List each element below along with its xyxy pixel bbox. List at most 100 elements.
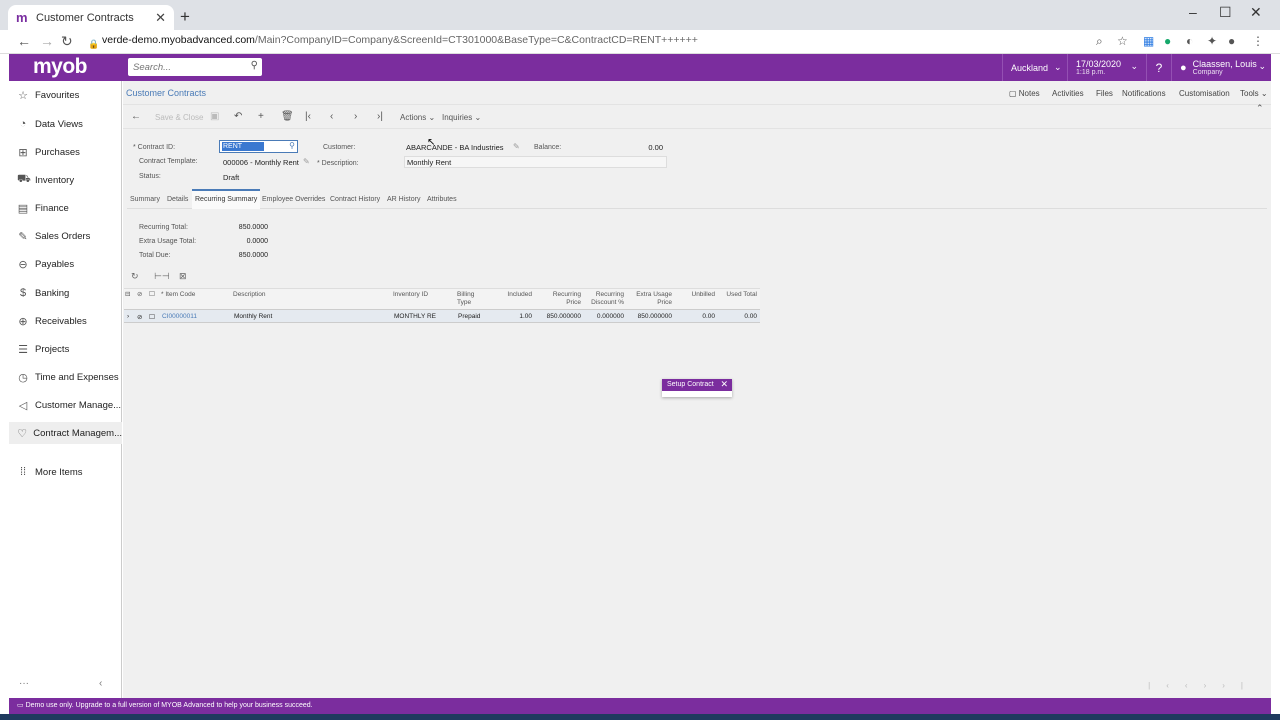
branch-selector[interactable]: Auckland ⌄ <box>1002 54 1067 81</box>
col-inventory-id[interactable]: Inventory ID <box>393 291 428 299</box>
search-input[interactable] <box>128 58 238 76</box>
tab-employee-overrides[interactable]: Employee Overrides <box>262 189 325 209</box>
grid-extension-icon[interactable]: ▦ <box>1143 34 1154 48</box>
sidebar-item-more-items[interactable]: ⁞⁞ More Items <box>9 461 122 483</box>
close-window-icon[interactable]: ✕ <box>1250 4 1262 21</box>
last-record-icon[interactable]: ›| <box>377 111 383 123</box>
first-page-icon[interactable]: |‹ <box>1148 681 1185 690</box>
grammarly-icon[interactable]: ● <box>1164 34 1171 48</box>
minimize-icon[interactable]: – <box>1189 4 1197 20</box>
save-close-button[interactable]: Save & Close <box>155 112 203 124</box>
sidebar-item-banking[interactable]: $ Banking <box>9 282 122 304</box>
col-billing-type[interactable]: Billing Type <box>457 291 474 307</box>
last-page-icon[interactable]: ›| <box>1222 681 1259 690</box>
next-page-icon[interactable]: › <box>1204 681 1223 690</box>
breadcrumb[interactable]: Customer Contracts <box>126 88 206 98</box>
tab-recurring-summary[interactable]: Recurring Summary <box>192 189 261 209</box>
search-icon[interactable]: ⚲ <box>251 60 258 71</box>
reload-icon[interactable]: ↻ <box>61 33 73 49</box>
inquiries-menu[interactable]: Inquiries ⌄ <box>442 112 481 124</box>
maximize-icon[interactable]: ☐ <box>1219 4 1232 21</box>
edit-pencil-icon[interactable]: ✎ <box>513 142 520 151</box>
tab-attributes[interactable]: Attributes <box>427 189 457 209</box>
extra-usage-price-cell[interactable]: 850.000000 <box>629 313 672 320</box>
search-icon[interactable]: ⚲ <box>289 141 295 150</box>
tab-summary[interactable]: Summary <box>130 189 160 209</box>
setup-contract-popup[interactable]: Setup Contract ✕ <box>662 379 732 397</box>
sidebar-item-contract-management[interactable]: ♡ Contract Managem... <box>9 422 122 444</box>
save-icon[interactable]: ▣ <box>210 111 219 123</box>
url-field[interactable]: verde-demo.myobadvanced.com/Main?Company… <box>102 34 698 46</box>
recurring-price-cell[interactable]: 850.000000 <box>537 313 581 320</box>
description-field[interactable]: Monthly Rent <box>404 156 667 168</box>
forward-icon[interactable]: → <box>40 33 54 49</box>
col-recurring-price[interactable]: Recurring Price <box>537 291 581 307</box>
recurring-discount-cell[interactable]: 0.000000 <box>584 313 624 320</box>
included-cell[interactable]: 1.00 <box>499 313 532 320</box>
sidebar-item-customer-management[interactable]: ◁ Customer Manage... <box>9 394 122 416</box>
table-row[interactable]: › ⊘ ☐ CI00000011 Monthly Rent MONTHLY RE… <box>124 310 760 323</box>
col-item-code[interactable]: * Item Code <box>161 291 195 299</box>
sidebar-item-inventory[interactable]: ⛟ Inventory <box>9 169 122 191</box>
zoom-icon[interactable]: ⌕ <box>1096 34 1103 48</box>
inventory-id-cell[interactable]: MONTHLY RE <box>394 313 436 320</box>
sidebar-item-time-expenses[interactable]: ◷ Time and Expenses <box>9 366 122 388</box>
notes-link[interactable]: ▢ Notes <box>1009 89 1040 98</box>
browser-menu-icon[interactable]: ⋮ <box>1252 34 1264 48</box>
more-dots-icon[interactable]: ··· <box>19 678 29 689</box>
close-tab-icon[interactable]: ✕ <box>155 10 166 26</box>
bookmark-star-icon[interactable]: ☆ <box>1117 34 1128 48</box>
col-used-total[interactable]: Used Total <box>719 291 757 299</box>
description-cell[interactable]: Monthly Rent <box>234 313 272 320</box>
add-icon[interactable]: + <box>258 111 264 123</box>
sidebar-item-projects[interactable]: ☰ Projects <box>9 338 122 360</box>
sidebar-item-payables[interactable]: ⊖ Payables <box>9 253 122 275</box>
back-icon[interactable]: ← <box>17 33 31 49</box>
activities-link[interactable]: Activities <box>1052 89 1084 98</box>
contract-template-field[interactable]: 000006 - Monthly Rent <box>223 158 299 167</box>
select-all-checkbox[interactable]: ☐ <box>149 291 155 299</box>
close-icon[interactable]: ✕ <box>720 379 728 390</box>
user-menu[interactable]: ● Claassen, Louis Company ⌄ <box>1171 54 1271 81</box>
browser-tab[interactable]: m Customer Contracts ✕ <box>8 5 174 30</box>
col-included[interactable]: Included <box>499 291 532 299</box>
new-tab-icon[interactable]: + <box>180 8 190 26</box>
profile-icon[interactable]: ● <box>1228 34 1235 48</box>
delete-icon[interactable]: 🗑 <box>281 111 294 123</box>
contract-id-field[interactable]: RENT ⚲ <box>219 140 298 153</box>
collapse-form-icon[interactable]: ⌃ <box>1256 102 1264 114</box>
help-icon[interactable]: ? <box>1146 54 1171 81</box>
status-field[interactable]: Draft <box>223 173 239 182</box>
edit-pencil-icon[interactable]: ✎ <box>303 157 310 166</box>
row-expand-icon[interactable]: › <box>127 313 129 320</box>
date-selector[interactable]: 17/03/2020 1:18 p.m. ⌄ <box>1067 54 1146 81</box>
puzzle-icon[interactable]: ✦ <box>1207 34 1217 48</box>
billing-type-cell[interactable]: Prepaid <box>458 313 480 320</box>
tab-contract-history[interactable]: Contract History <box>330 189 380 209</box>
unbilled-cell[interactable]: 0.00 <box>676 313 715 320</box>
previous-record-icon[interactable]: ‹ <box>330 111 333 123</box>
tab-details[interactable]: Details <box>167 189 188 209</box>
files-link[interactable]: Files <box>1096 89 1113 98</box>
col-unbilled[interactable]: Unbilled <box>676 291 716 299</box>
back-arrow-icon[interactable]: ← <box>131 111 141 123</box>
sidebar-item-receivables[interactable]: ⊕ Receivables <box>9 310 122 332</box>
sidebar-item-sales-orders[interactable]: ✎ Sales Orders <box>9 225 122 247</box>
collapse-sidebar-icon[interactable]: ‹ <box>99 678 102 689</box>
sidebar-item-data-views[interactable]: ◔ Data Views <box>9 113 122 135</box>
used-total-cell[interactable]: 0.00 <box>719 313 757 320</box>
notifications-link[interactable]: Notifications <box>1122 89 1166 98</box>
actions-menu[interactable]: Actions ⌄ <box>400 112 435 124</box>
row-checkbox[interactable]: ☐ <box>149 313 155 321</box>
tools-link[interactable]: Tools ⌄ <box>1240 89 1268 98</box>
item-code-cell[interactable]: CI00000011 <box>162 313 197 320</box>
undo-icon[interactable]: ↶ <box>234 111 242 123</box>
col-extra-usage-price[interactable]: Extra Usage Price <box>629 291 672 307</box>
next-record-icon[interactable]: › <box>354 111 357 123</box>
col-description[interactable]: Description <box>233 291 266 299</box>
fit-columns-icon[interactable]: ⊢⊣ <box>154 271 170 282</box>
myob-logo[interactable]: myob <box>33 54 88 80</box>
row-selector-icon[interactable]: ⊟ <box>125 291 130 299</box>
col-recurring-discount[interactable]: Recurring Discount % <box>584 291 624 307</box>
previous-page-icon[interactable]: ‹ <box>1185 681 1204 690</box>
